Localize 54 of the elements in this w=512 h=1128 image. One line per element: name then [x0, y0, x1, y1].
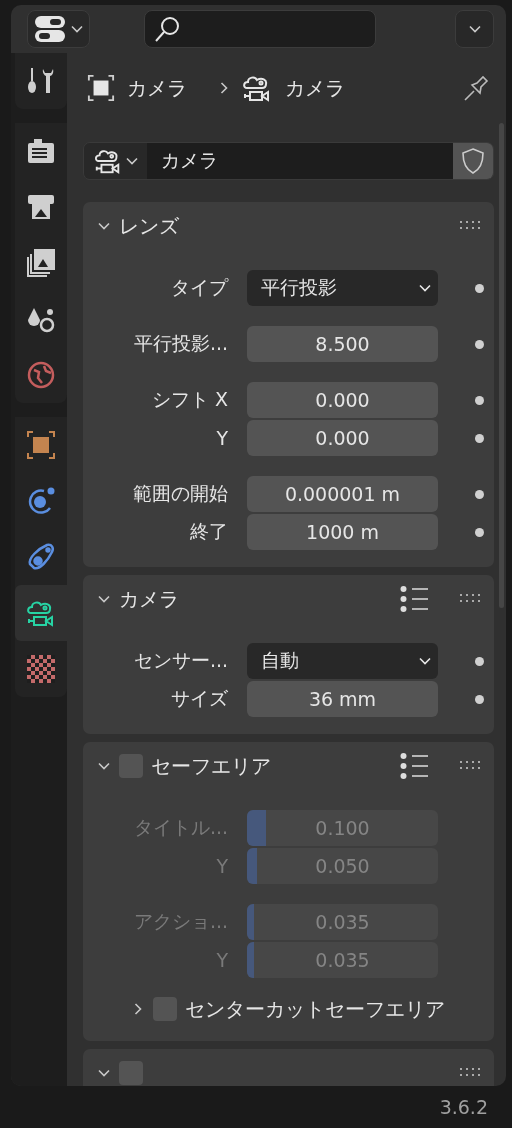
keyframe-dot[interactable] — [474, 339, 484, 349]
checker-icon — [26, 654, 56, 684]
keyframe-dot[interactable] — [474, 656, 484, 666]
printer-icon — [26, 192, 56, 222]
keyframe-dot[interactable] — [474, 283, 484, 293]
field-label: Y — [215, 855, 228, 877]
field-label: センサー... — [132, 648, 228, 673]
checkbox[interactable] — [119, 1061, 143, 1085]
keyframe-dot[interactable] — [474, 489, 484, 499]
number-field[interactable]: 1000 m — [247, 514, 438, 550]
breadcrumb-item: カメラ — [285, 74, 345, 102]
breadcrumb-item: カメラ — [127, 74, 187, 102]
wrench-screwdriver-icon — [26, 66, 56, 96]
field-label: 範囲の開始 — [132, 481, 228, 506]
object-square-icon — [26, 430, 56, 460]
object-square-icon — [87, 74, 115, 102]
field-label: Y — [215, 949, 228, 971]
keyframe-dot[interactable] — [474, 395, 484, 405]
panel-title[interactable]: レンズ — [119, 212, 179, 240]
field-label: サイズ — [170, 686, 228, 711]
field-label: 平行投影... — [132, 331, 228, 356]
version-text: 3.6.2 — [439, 1096, 488, 1118]
toggle-icon — [33, 14, 66, 44]
number-field[interactable]: 8.500 — [247, 326, 438, 362]
properties-tab[interactable] — [15, 585, 67, 641]
link-icon — [26, 542, 56, 572]
field-label: タイプ — [170, 275, 228, 300]
grip-icon — [460, 1068, 482, 1078]
dropdown[interactable]: 平行投影 — [247, 270, 438, 306]
list-icon[interactable] — [400, 585, 430, 613]
field-label: 終了 — [189, 519, 228, 544]
search-field[interactable] — [144, 10, 376, 48]
keyframe-dot[interactable] — [474, 694, 484, 704]
keyframe-dot[interactable] — [474, 433, 484, 443]
field-label: シフト X — [150, 387, 228, 412]
globe-icon — [26, 360, 56, 390]
dropdown[interactable]: 自動 — [247, 643, 438, 679]
panel-title[interactable]: カメラ — [119, 585, 179, 613]
orbit-icon — [26, 486, 56, 516]
camera-back-icon — [26, 136, 56, 166]
field-label: アクショ... — [132, 909, 228, 934]
field-label: Y — [215, 427, 228, 449]
number-field[interactable]: 0.000001 m — [247, 476, 438, 512]
grip-icon — [460, 594, 482, 604]
field-label: タイトル... — [132, 815, 228, 840]
grip-icon — [460, 221, 482, 231]
number-field[interactable]: 0.000 — [247, 420, 438, 456]
number-field[interactable]: 0.000 — [247, 382, 438, 418]
image-stack-icon — [26, 248, 56, 278]
editor-type-button[interactable] — [27, 10, 90, 48]
keyframe-dot[interactable] — [474, 527, 484, 537]
grip-icon — [460, 761, 482, 771]
search-icon — [153, 15, 181, 43]
number-field[interactable]: 36 mm — [247, 681, 438, 717]
